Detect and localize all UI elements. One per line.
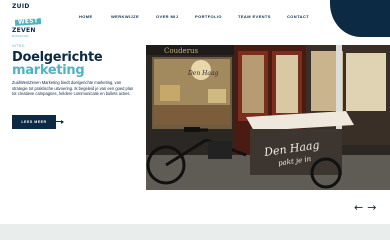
hero-kicker: INTRO [12,44,25,48]
footer-band [0,224,390,240]
slider-controls: ← → [354,202,376,213]
logo-line-3: ZEVEN [12,27,36,34]
arrow-right-icon[interactable]: → [367,202,376,213]
arrow-right-icon [56,119,64,124]
corner-decoration [330,0,390,37]
arrow-left-icon[interactable]: ← [354,202,363,213]
logo-line-1: ZUID [12,3,30,10]
read-more-button[interactable]: LEES MEER [12,115,56,129]
nav-item-home[interactable]: HOME [79,14,93,19]
logo-line-2: WEST [14,17,42,26]
window-text: Den Haag [187,70,219,77]
nav-item-contact[interactable]: CONTACT [287,14,309,19]
hero-description: ZuidWestZeven Marketing biedt doelgerich… [12,80,134,96]
store-sign-text: Couderus [164,47,199,55]
hero-image: Couderus Den Haag Den Haag pakt je in [146,45,390,190]
logo-tagline: MARKETING [12,35,29,38]
nav-item-portfolio[interactable]: PORTFOLIO [195,14,222,19]
nav-item-werkwijze[interactable]: WERKWIJZE [111,14,139,19]
brand-logo[interactable]: ZUID WEST ZEVEN MARKETING [12,3,52,38]
nav-item-over-mij[interactable]: OVER MIJ [156,14,178,19]
nav-item-team-events[interactable]: TEAM EVENTS [238,14,271,19]
hero-title-line-2: marketing [12,63,85,78]
